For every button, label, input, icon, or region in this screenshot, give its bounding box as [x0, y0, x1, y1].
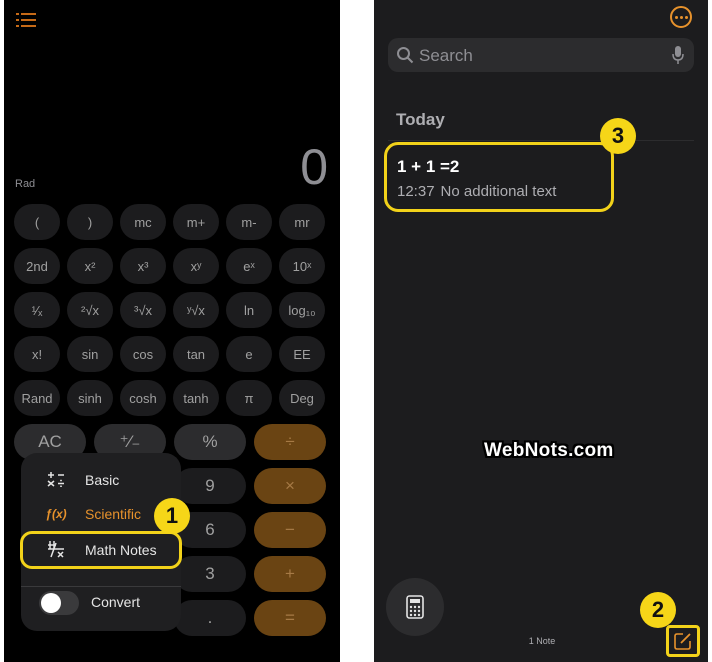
basic-operators-icon: [41, 471, 71, 490]
convert-label: Convert: [91, 594, 141, 610]
sci-key[interactable]: cosh: [120, 380, 166, 416]
angle-mode-label: Rad: [15, 178, 36, 190]
search-placeholder: Search: [419, 46, 473, 65]
sci-key[interactable]: EE: [279, 336, 325, 372]
calculator-icon: [406, 595, 424, 619]
search-field[interactable]: Search: [388, 38, 694, 72]
sci-key[interactable]: log₁₀: [279, 292, 325, 328]
minus-key[interactable]: −: [254, 512, 326, 548]
menu-divider: [21, 586, 181, 587]
math-notes-screen: Search Today 1 + 1 =2 12:37 No additional…: [374, 0, 708, 662]
calculator-button[interactable]: [386, 578, 444, 636]
convert-toggle[interactable]: [39, 591, 79, 615]
note-preview: No additional text: [440, 183, 557, 200]
more-options-icon[interactable]: [670, 6, 692, 28]
toggle-knob: [41, 593, 61, 613]
menu-item-scientific-label: Scientific: [85, 506, 142, 522]
section-title-today: Today: [396, 110, 445, 129]
step-badge-1: 1: [154, 498, 190, 534]
menu-item-basic-label: Basic: [85, 472, 120, 488]
function-icon: ƒ(x): [45, 507, 67, 521]
sci-key[interactable]: x²: [67, 248, 113, 284]
percent-key[interactable]: %: [174, 424, 246, 460]
microphone-icon[interactable]: [672, 45, 684, 65]
sci-key[interactable]: 2nd: [14, 248, 60, 284]
sci-key[interactable]: x!: [14, 336, 60, 372]
sci-key[interactable]: mc: [120, 204, 166, 240]
sci-key[interactable]: (: [14, 204, 60, 240]
step-badge-3: 3: [600, 118, 636, 154]
search-icon: [397, 47, 414, 64]
step-badge-2: 2: [640, 592, 676, 628]
sci-key[interactable]: m-: [226, 204, 272, 240]
sci-key[interactable]: cos: [120, 336, 166, 372]
sci-key[interactable]: sin: [67, 336, 113, 372]
sci-key[interactable]: ʸ√x: [173, 292, 219, 328]
sci-key[interactable]: tanh: [173, 380, 219, 416]
calculator-display: 0: [300, 139, 328, 195]
sci-key[interactable]: sinh: [67, 380, 113, 416]
menu-item-basic[interactable]: Basic: [21, 465, 181, 495]
list-icon[interactable]: [16, 12, 36, 28]
sci-key[interactable]: ln: [226, 292, 272, 328]
nine-key[interactable]: 9: [174, 468, 246, 504]
note-title: 1 + 1 =2: [397, 157, 460, 176]
section-divider: [388, 140, 694, 141]
sci-key[interactable]: ²√x: [67, 292, 113, 328]
sci-key[interactable]: tan: [173, 336, 219, 372]
compose-icon: [674, 633, 691, 650]
new-note-button[interactable]: [666, 625, 700, 657]
sci-key[interactable]: m+: [173, 204, 219, 240]
sci-key[interactable]: ¹⁄ₓ: [14, 292, 60, 328]
calculator-screen: Rad 0 () mc m+ m-mr 2nd x² x³ xʸ eˣ 10ˣ ¹⁄ₓ ²√x ³√x ʸ…: [4, 0, 340, 662]
note-count: 1 Note: [528, 636, 556, 646]
divide-key[interactable]: ÷: [254, 424, 326, 460]
note-list-item[interactable]: 1 + 1 =2 12:37 No additional text: [384, 142, 614, 212]
multiply-key[interactable]: ×: [254, 468, 326, 504]
calculator-mode-menu: Basic ƒ(x) Scientific Math Notes Convert: [20, 453, 182, 631]
sci-key[interactable]: Deg: [279, 380, 325, 416]
sci-key[interactable]: ³√x: [120, 292, 166, 328]
sci-key[interactable]: Rand: [14, 380, 60, 416]
sci-key[interactable]: eˣ: [226, 248, 272, 284]
sci-key[interactable]: x³: [120, 248, 166, 284]
sci-key[interactable]: mr: [279, 204, 325, 240]
decimal-key[interactable]: .: [174, 600, 246, 636]
note-time: 12:37: [397, 183, 435, 200]
note-subtitle: 12:37 No additional text: [397, 183, 556, 200]
three-key[interactable]: 3: [174, 556, 246, 592]
equals-key[interactable]: =: [254, 600, 326, 636]
sci-key[interactable]: 10ˣ: [279, 248, 325, 284]
sci-key[interactable]: xʸ: [173, 248, 219, 284]
watermark: WebNots.com: [484, 440, 614, 461]
plus-key[interactable]: +: [254, 556, 326, 592]
sci-key[interactable]: π: [226, 380, 272, 416]
sci-key[interactable]: e: [226, 336, 272, 372]
math-notes-highlight: [20, 531, 182, 569]
sci-key[interactable]: ): [67, 204, 113, 240]
